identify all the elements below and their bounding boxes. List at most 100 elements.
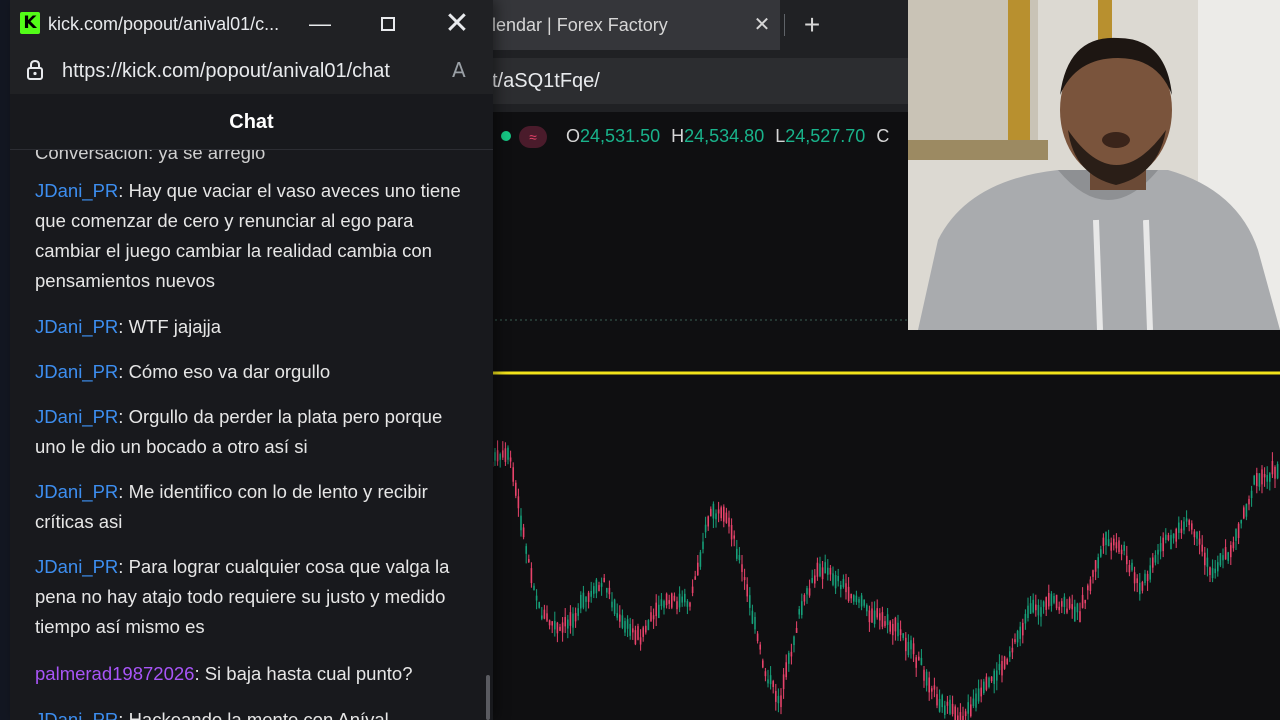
candle-body (821, 567, 824, 580)
candle-body (1188, 520, 1190, 525)
candle-body (522, 527, 525, 538)
background-address-bar: t/aSQ1tFqe/ (480, 50, 910, 112)
candle-body (1019, 626, 1021, 639)
candle-body (855, 595, 858, 603)
chat-username[interactable]: JDani_PR (35, 556, 118, 577)
candle-body (626, 619, 629, 629)
candle-body (600, 583, 603, 587)
candle-body (1183, 521, 1185, 531)
candle-body (613, 599, 616, 614)
chat-username[interactable]: palmerad19872026 (35, 663, 194, 684)
candle-body (1243, 507, 1245, 519)
candle-body (650, 612, 652, 622)
candle-body (699, 552, 702, 567)
lock-icon[interactable] (25, 60, 45, 80)
chat-username[interactable]: JDani_PR (35, 361, 118, 382)
candle-body (811, 578, 813, 583)
chat-username[interactable]: JDani_PR (35, 481, 118, 502)
chat-header: Chat (10, 94, 493, 150)
candle-body (561, 622, 564, 633)
tab-forex-factory[interactable]: lendar | Forex Factory (480, 0, 780, 50)
candle-body (772, 681, 774, 688)
candle-body (1120, 549, 1123, 555)
candle-body (736, 548, 738, 559)
candle-body (920, 657, 923, 665)
candle-body (689, 602, 691, 607)
candle-body (1115, 542, 1118, 549)
candle-body (1024, 613, 1027, 624)
candle-body (616, 613, 618, 618)
chat-username[interactable]: JDani_PR (35, 709, 118, 720)
candle-body (520, 515, 522, 531)
candle-body (1027, 605, 1029, 618)
tab-separator (784, 14, 785, 36)
candle-body (1110, 542, 1112, 551)
candle-body (1154, 555, 1157, 563)
candle-body (897, 622, 899, 637)
candle-body (1240, 520, 1242, 524)
candle-body (606, 588, 608, 593)
candle-body (853, 595, 855, 602)
candle-body (1196, 531, 1198, 539)
candle-body (1230, 545, 1232, 558)
candle-body (1149, 565, 1151, 580)
candle-body (621, 615, 624, 628)
badge-icon[interactable]: ≈ (519, 126, 547, 149)
candle-body (1191, 523, 1193, 530)
candle-body (881, 612, 884, 627)
candle-body (785, 662, 787, 678)
candle-body (554, 620, 556, 630)
candle-body (665, 593, 668, 606)
candle-body (1152, 557, 1154, 568)
read-aloud-icon[interactable]: A (452, 57, 466, 83)
chat-messages[interactable]: Conversacion: ya se arreglo JDani_PR: Ha… (10, 150, 493, 720)
candle-body (1269, 473, 1271, 482)
chat-username[interactable]: JDani_PR (35, 180, 118, 201)
candle-body (910, 640, 912, 650)
high-label: H (671, 126, 685, 146)
candle-body (1102, 537, 1105, 546)
candle-body (548, 620, 551, 626)
candle-body (668, 600, 670, 604)
chat-username[interactable]: JDani_PR (35, 316, 118, 337)
candle-body (658, 604, 660, 618)
candle-body (931, 688, 933, 692)
candle-body (1175, 528, 1177, 542)
chat-username[interactable]: JDani_PR (35, 406, 118, 427)
candle-body (1131, 562, 1133, 571)
new-tab-button[interactable]: + (798, 11, 826, 39)
candle-body (1058, 606, 1060, 611)
candle-body (1081, 594, 1084, 608)
candle-body (777, 695, 780, 704)
tab-close-icon[interactable]: ✕ (750, 13, 774, 37)
candle-body (980, 687, 982, 697)
candle-body (868, 610, 871, 623)
candle-body (808, 588, 811, 596)
candle-body (590, 590, 592, 597)
candle-body (543, 609, 546, 619)
candle-body (886, 614, 889, 625)
candle-body (1014, 639, 1016, 643)
candle-body (686, 601, 689, 607)
chat-scrollbar[interactable] (486, 675, 490, 720)
candle-body (535, 595, 538, 601)
candle-body (863, 599, 865, 606)
chat-message: JDani_PR: Hackeando la mente con Aníval (35, 705, 475, 720)
candle-body (538, 602, 540, 608)
candle-body (824, 562, 826, 574)
candle-body (996, 670, 998, 681)
candle-body (585, 596, 587, 602)
popout-url[interactable]: https://kick.com/popout/anival01/chat (62, 58, 390, 84)
popout-titlebar[interactable]: K kick.com/popout/anival01/c... — ✕ (10, 0, 493, 48)
chat-text: : WTF jajajja (118, 316, 222, 337)
candle-body (840, 584, 842, 590)
candle-body (624, 621, 626, 633)
chat-message-partial: Conversacion: ya se arreglo (35, 150, 266, 163)
background-tabstrip: lendar | Forex Factory ✕ + (480, 0, 910, 50)
minimize-button[interactable]: — (306, 10, 334, 38)
maximize-button[interactable] (374, 10, 402, 38)
close-button[interactable]: ✕ (443, 9, 471, 39)
background-url-field[interactable]: t/aSQ1tFqe/ (480, 58, 910, 104)
candle-body (1162, 537, 1164, 552)
candle-body (593, 586, 595, 594)
